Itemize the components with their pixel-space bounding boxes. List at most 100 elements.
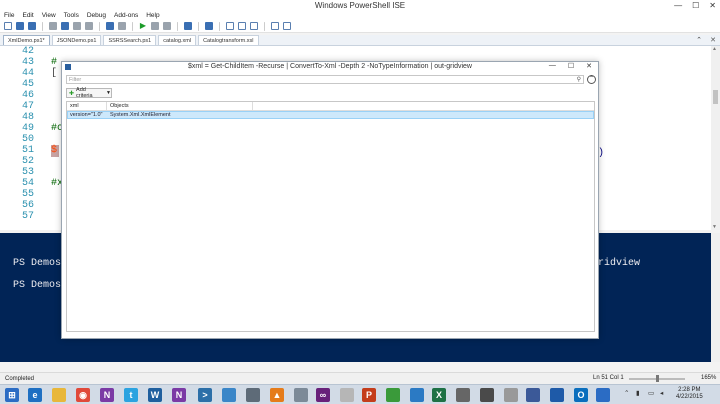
- onenote-icon[interactable]: N: [100, 388, 114, 402]
- chevron-down-icon: ▼: [106, 90, 111, 96]
- menu-file[interactable]: File: [4, 12, 14, 19]
- visual-studio-icon[interactable]: ∞: [316, 388, 330, 402]
- app-8-icon[interactable]: [526, 388, 540, 402]
- clock-time: 2:28 PM: [678, 387, 701, 393]
- vlc-icon[interactable]: ▲: [270, 388, 284, 402]
- scroll-down-arrow-icon[interactable]: ▼: [712, 224, 717, 230]
- outlook-icon[interactable]: O: [574, 388, 588, 402]
- show-command-addon-icon[interactable]: [283, 22, 291, 30]
- show-script-pane-right-icon[interactable]: [238, 22, 246, 30]
- run-script-icon[interactable]: ▶: [139, 22, 147, 30]
- undo-icon[interactable]: [106, 22, 114, 30]
- grid-view-window[interactable]: $xml = Get-ChildItem -Recurse | ConvertT…: [61, 61, 599, 339]
- code-fragment: #: [51, 57, 58, 68]
- app-2-icon[interactable]: [294, 388, 308, 402]
- grid-view-window-controls: — ☐ ✕: [549, 62, 592, 70]
- start-icon[interactable]: ⊞: [5, 388, 19, 402]
- scrollbar-thumb[interactable]: [713, 90, 718, 104]
- paste-icon[interactable]: [73, 22, 81, 30]
- clock-app-icon[interactable]: [504, 388, 518, 402]
- copy-icon[interactable]: [61, 22, 69, 30]
- app-7-icon[interactable]: [480, 388, 494, 402]
- maximize-button[interactable]: ☐: [692, 1, 699, 10]
- show-script-pane-max-icon[interactable]: [250, 22, 258, 30]
- show-command-window-icon[interactable]: [271, 22, 279, 30]
- open-file-icon[interactable]: [16, 22, 24, 30]
- filter-input[interactable]: Filter ⚲: [66, 75, 584, 84]
- cut-icon[interactable]: [49, 22, 57, 30]
- toolbar-separator: [132, 21, 133, 31]
- app-10-icon[interactable]: [596, 388, 610, 402]
- add-criteria-button[interactable]: ✚ Add criteria ▼: [66, 87, 112, 99]
- scroll-up-arrow-icon[interactable]: ▲: [712, 46, 717, 52]
- internet-explorer-icon[interactable]: e: [28, 388, 42, 402]
- cell-xml: version="1.0": [70, 112, 103, 118]
- menu-tools[interactable]: Tools: [64, 12, 79, 19]
- line-number: 47: [21, 101, 34, 112]
- word-icon[interactable]: W: [148, 388, 162, 402]
- zoom-slider-thumb[interactable]: [656, 375, 659, 382]
- column-header-xml[interactable]: xml: [67, 102, 107, 111]
- app-9-icon[interactable]: [550, 388, 564, 402]
- toolbar-separator: [198, 21, 199, 31]
- column-header-objects[interactable]: Objects: [107, 102, 253, 111]
- show-script-pane-top-icon[interactable]: [226, 22, 234, 30]
- grid-view-close-button[interactable]: ✕: [586, 62, 592, 70]
- title-bar: Windows PowerShell ISE — ☐ ✕: [0, 0, 720, 11]
- app-5-icon[interactable]: [410, 388, 424, 402]
- app-6-icon[interactable]: [456, 388, 470, 402]
- app-icon[interactable]: [246, 388, 260, 402]
- twitter-icon[interactable]: t: [124, 388, 138, 402]
- line-number: 44: [21, 68, 34, 79]
- excel-icon[interactable]: X: [432, 388, 446, 402]
- stop-icon[interactable]: [163, 22, 171, 30]
- toolbar: ▶: [0, 20, 720, 33]
- chevron-up-icon[interactable]: ⌃: [696, 36, 702, 44]
- menu-add-ons[interactable]: Add-ons: [114, 12, 138, 19]
- powershell-ise-icon[interactable]: [222, 388, 236, 402]
- close-tab-icon[interactable]: ✕: [710, 36, 716, 44]
- grid-view-minimize-button[interactable]: —: [549, 62, 556, 70]
- tab-catalog-xml[interactable]: catalog.xml: [158, 35, 197, 45]
- network-icon[interactable]: ▮: [636, 389, 640, 397]
- taskbar-clock[interactable]: 2:28 PM 4/22/2015: [676, 387, 703, 401]
- menu-debug[interactable]: Debug: [87, 12, 106, 19]
- file-explorer-icon[interactable]: [52, 388, 66, 402]
- battery-icon[interactable]: ▭: [648, 389, 654, 397]
- new-file-icon[interactable]: [4, 22, 12, 30]
- powershell-icon[interactable]: >: [198, 388, 212, 402]
- onenote-2-icon[interactable]: N: [172, 388, 186, 402]
- remote-tab-icon[interactable]: [184, 22, 192, 30]
- save-icon[interactable]: [28, 22, 36, 30]
- search-icon[interactable]: ⚲: [577, 76, 581, 84]
- collapse-icon[interactable]: ⌃: [587, 75, 596, 84]
- grid-view-title-bar[interactable]: $xml = Get-ChildItem -Recurse | ConvertT…: [62, 62, 598, 73]
- results-grid[interactable]: xml Objects version="1.0" System.Xml.Xml…: [66, 101, 595, 332]
- clear-console-icon[interactable]: [85, 22, 93, 30]
- app-3-icon[interactable]: [340, 388, 354, 402]
- app-4-icon[interactable]: [386, 388, 400, 402]
- tab-catalogtransform[interactable]: Catalogtransform.xsl: [198, 35, 259, 45]
- toolbar-separator: [177, 21, 178, 31]
- menu-help[interactable]: Help: [146, 12, 159, 19]
- console-scrollbar[interactable]: [711, 233, 720, 362]
- start-powershell-icon[interactable]: [205, 22, 213, 30]
- close-button[interactable]: ✕: [709, 1, 716, 10]
- table-row[interactable]: version="1.0" System.Xml.XmlElement: [67, 111, 594, 119]
- menu-edit[interactable]: Edit: [22, 12, 33, 19]
- volume-icon[interactable]: ◂: [660, 389, 663, 397]
- tab-jsondemo[interactable]: JSONDemo.ps1: [51, 35, 102, 45]
- grid-view-maximize-button[interactable]: ☐: [568, 62, 574, 70]
- tray-chevron-icon[interactable]: ⌃: [624, 389, 629, 397]
- line-number: 56: [21, 200, 34, 211]
- tab-xmldemo[interactable]: XmlDemo.ps1*: [3, 35, 50, 45]
- tab-ssrssearch[interactable]: SSRSSearch.ps1: [103, 35, 157, 45]
- powerpoint-icon[interactable]: P: [362, 388, 376, 402]
- run-selection-icon[interactable]: [151, 22, 159, 30]
- editor-scrollbar[interactable]: ▲ ▼: [711, 46, 720, 230]
- line-number: 51: [21, 145, 34, 156]
- minimize-button[interactable]: —: [674, 1, 682, 10]
- chrome-icon[interactable]: ◉: [76, 388, 90, 402]
- menu-view[interactable]: View: [42, 12, 56, 19]
- redo-icon[interactable]: [118, 22, 126, 30]
